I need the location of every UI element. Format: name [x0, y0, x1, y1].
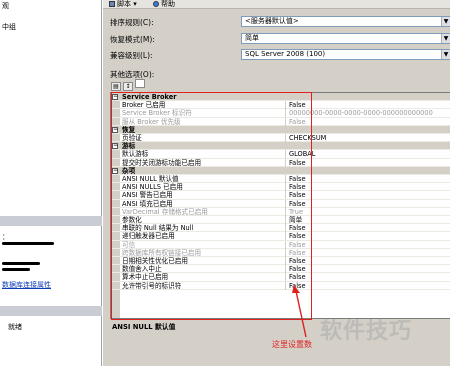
left-item-1[interactable]: 观	[2, 1, 9, 11]
recovery-model-select[interactable]: 简单 ▼	[241, 33, 450, 44]
redaction-mark	[2, 262, 40, 265]
collation-select[interactable]: <服务器默认值> ▼	[241, 16, 450, 27]
compatibility-level-value: SQL Server 2008 (100)	[245, 50, 326, 58]
property-pages-icon[interactable]	[135, 79, 145, 88]
recovery-model-value: 简单	[245, 34, 259, 42]
left-item-2[interactable]: 中组	[2, 22, 16, 32]
left-item-3: ：	[2, 233, 9, 241]
left-separator	[0, 216, 102, 226]
collation-value: <服务器默认值>	[245, 17, 299, 25]
alphabetical-sort-icon[interactable]: ↕	[123, 82, 133, 91]
left-pane: 观 中组 ： 数据库连接属性 就绪	[0, 0, 102, 366]
grid-toolbar: ▤ ↕	[111, 79, 147, 91]
description-title: ANSI NULL 默认值	[112, 323, 176, 331]
script-icon	[109, 1, 115, 7]
chevron-down-icon[interactable]: ▼	[441, 50, 450, 59]
watermark: 软件技巧	[320, 319, 413, 344]
connection-properties-link[interactable]: 数据库连接属性	[2, 280, 51, 290]
status-text: 就绪	[8, 323, 22, 331]
recovery-model-label: 恢复模式(M):	[110, 35, 155, 44]
script-button[interactable]: 脚本 ▾	[109, 0, 137, 8]
annotation-arrow	[292, 285, 307, 338]
help-label: 帮助	[161, 0, 175, 8]
compatibility-level-label: 兼容级别(L):	[110, 51, 153, 60]
collation-label: 排序规则(C):	[110, 18, 154, 27]
redaction-mark	[2, 268, 30, 271]
redaction-mark	[2, 242, 54, 245]
help-button[interactable]: 帮助	[153, 0, 175, 8]
highlight-box	[111, 92, 312, 320]
chevron-down-icon[interactable]: ▼	[441, 17, 450, 26]
toolbar: 脚本 ▾ 帮助	[103, 0, 450, 9]
annotation-text: 这里设置数	[272, 340, 312, 349]
categorized-sort-icon[interactable]: ▤	[111, 82, 121, 91]
compatibility-level-select[interactable]: SQL Server 2008 (100) ▼	[241, 49, 450, 60]
help-icon	[153, 1, 159, 7]
left-separator	[0, 306, 102, 316]
script-label: 脚本 ▾	[117, 0, 137, 8]
chevron-down-icon[interactable]: ▼	[441, 34, 450, 43]
